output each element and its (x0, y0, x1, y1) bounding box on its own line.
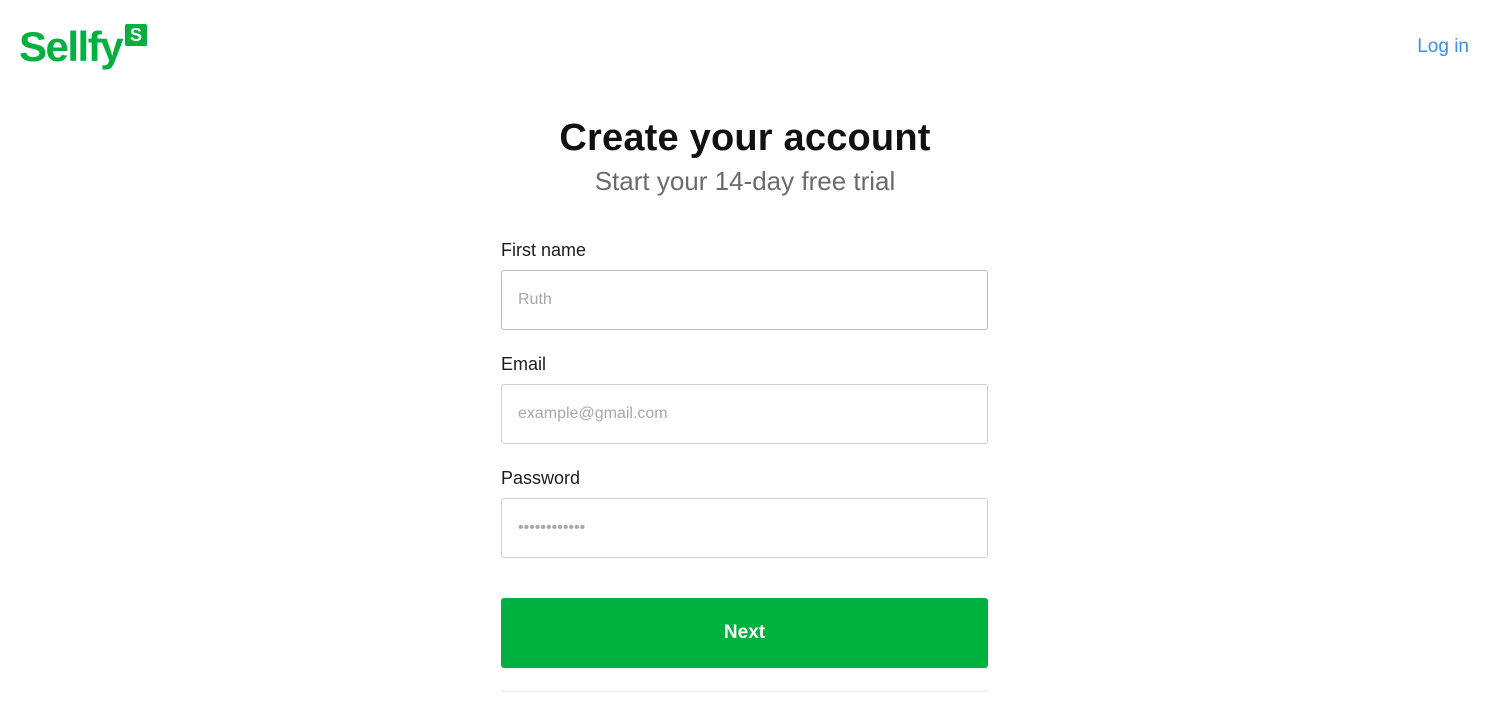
signup-form: First name Email Password Next (501, 238, 988, 668)
email-field: Email (501, 352, 988, 444)
first-name-label: First name (501, 240, 587, 260)
logo-badge-icon: S (125, 24, 148, 46)
next-button[interactable]: Next (501, 598, 988, 668)
first-name-input[interactable] (501, 270, 988, 330)
login-link[interactable]: Log in (1417, 36, 1469, 58)
password-input[interactable] (501, 498, 988, 558)
logo-wordmark: Sellfy (19, 23, 124, 70)
email-label: Email (501, 354, 547, 374)
email-input[interactable] (501, 384, 988, 444)
password-label: Password (501, 468, 581, 488)
first-name-field: First name (501, 238, 988, 330)
sellfy-logo[interactable]: Sellfy S (19, 22, 148, 76)
page-subtitle: Start your 14-day free trial (594, 166, 896, 196)
signup-page: Sellfy S Log in Create your account Star… (0, 0, 1505, 706)
page-title: Create your account (559, 117, 931, 159)
divider (501, 691, 988, 692)
password-field: Password (501, 466, 988, 558)
